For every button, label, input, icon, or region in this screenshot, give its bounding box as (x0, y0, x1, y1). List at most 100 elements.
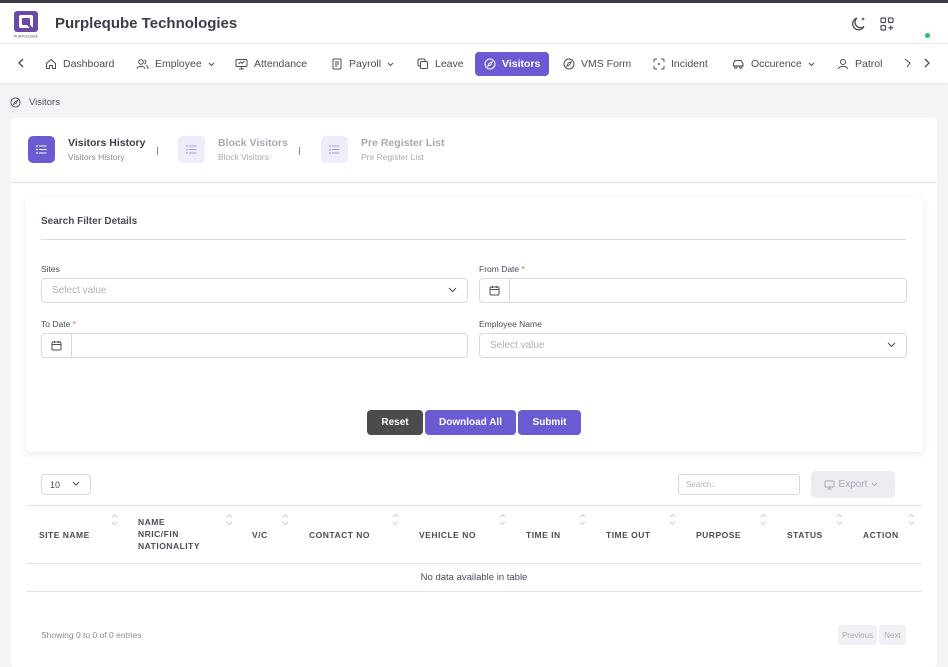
sort-icon (499, 513, 506, 526)
column-header-time-out[interactable]: TIME OUT (606, 529, 651, 541)
apps-grid-icon[interactable] (878, 15, 896, 33)
users-icon (136, 59, 149, 70)
column-header-vehicle-no[interactable]: VEHICLE NO (419, 529, 476, 541)
sites-placeholder: Select value (52, 285, 107, 296)
nav-scroll-left-icon[interactable] (17, 57, 25, 69)
nav-label: Attendance (254, 58, 308, 70)
to-date-field[interactable] (41, 333, 468, 358)
tab-subtitle: Pre Register List (361, 152, 424, 162)
compass-icon (10, 97, 21, 108)
page-length-select[interactable]: 10 (41, 474, 91, 495)
export-button[interactable]: Export (811, 471, 895, 498)
next-page-button[interactable]: Next (879, 625, 906, 645)
tab-title: Pre Register List (361, 137, 445, 149)
sort-icon (392, 513, 399, 526)
empty-table-message: No data available in table (420, 572, 528, 583)
nav-label: Incident (671, 58, 708, 70)
nav-item-patrol[interactable]: Patrol (837, 52, 882, 76)
tab-subtitle: Visitors History (68, 152, 125, 162)
calendar-icon[interactable] (480, 279, 510, 302)
column-header-name[interactable]: NAME NRIC/FIN NATIONALITY (138, 516, 200, 552)
tab-block-visitors[interactable]: Block Visitors Block Visitors (178, 136, 288, 163)
main-nav: Dashboard Employee Attendance Payroll Le… (0, 44, 948, 83)
nav-item-incident[interactable]: Incident (653, 52, 708, 76)
tab-separator (157, 147, 158, 155)
moon-icon[interactable] (850, 15, 868, 33)
sort-icon (282, 513, 289, 526)
nav-label: Payroll (349, 58, 382, 70)
company-logo[interactable]: PURPLEQUBE (13, 11, 39, 39)
table-border (26, 563, 922, 564)
sort-icon (760, 513, 767, 526)
column-header-vc[interactable]: V/C (252, 529, 268, 541)
sort-icon (908, 513, 915, 526)
to-date-input[interactable] (73, 334, 467, 357)
nav-label: VMS Form (581, 58, 632, 70)
column-header-status[interactable]: STATUS (787, 529, 823, 541)
chevron-down-icon (887, 342, 896, 348)
home-icon (46, 58, 56, 69)
compass-icon (484, 58, 496, 70)
chevron-down-icon (387, 62, 394, 66)
nav-item-vms-form[interactable]: VMS Form (563, 52, 631, 76)
download-all-button[interactable]: Download All (425, 410, 516, 435)
logo-wordmark: PURPLEQUBE (14, 35, 39, 39)
nav-item-leave[interactable]: Leave (417, 52, 464, 76)
column-header-time-in[interactable]: TIME IN (526, 529, 561, 541)
compass-icon (563, 58, 575, 70)
reset-button[interactable]: Reset (367, 410, 423, 435)
tab-pre-register-list[interactable]: Pre Register List Pre Register List (321, 136, 444, 163)
calendar-icon[interactable] (42, 334, 72, 357)
tab-separator (299, 147, 300, 155)
scan-icon (653, 58, 665, 70)
export-label: Export (838, 479, 868, 490)
sites-label: Sites (41, 264, 60, 274)
chevron-down-icon (208, 62, 215, 66)
employee-name-label: Employee Name (479, 319, 542, 329)
nav-label: Patrol (855, 58, 883, 70)
nav-item-employee[interactable]: Employee (136, 52, 215, 76)
visitors-card: Visitors History Visitors History Block … (11, 118, 937, 667)
table-border (26, 591, 922, 592)
breadcrumb: Visitors (10, 97, 60, 108)
car-icon (733, 60, 744, 69)
to-date-label: To Date * (41, 319, 76, 329)
nav-item-attendance[interactable]: Attendance (235, 52, 307, 76)
copy-icon (417, 58, 428, 69)
nav-scroll-right-icon[interactable] (923, 57, 931, 69)
page-length-value: 10 (50, 479, 61, 490)
sort-icon (669, 513, 676, 526)
nav-item-occurence[interactable]: Occurence (732, 52, 815, 76)
app-title: Purpleqube Technologies (55, 15, 238, 32)
file-icon (332, 58, 342, 70)
table-info: Showing 0 to 0 of 0 entries (41, 630, 142, 640)
column-header-site-name[interactable]: SITE NAME (39, 529, 90, 541)
column-header-purpose[interactable]: PURPOSE (696, 529, 741, 541)
tab-visitors-history[interactable]: Visitors History Visitors History (28, 136, 145, 163)
nav-item-dashboard[interactable]: Dashboard (45, 52, 114, 76)
monitor-icon (235, 59, 248, 70)
from-date-field[interactable] (479, 278, 907, 303)
employee-placeholder: Select value (490, 340, 545, 351)
sort-icon (111, 513, 118, 526)
tab-title: Visitors History (68, 137, 146, 149)
list-icon (321, 136, 348, 163)
nav-label: Dashboard (63, 58, 115, 70)
submit-button[interactable]: Submit (518, 410, 581, 435)
column-header-action[interactable]: ACTION (863, 529, 899, 541)
nav-item-payroll[interactable]: Payroll (331, 52, 394, 76)
employee-name-select[interactable]: Select value (479, 333, 907, 358)
online-status-dot (925, 33, 930, 38)
from-date-input[interactable] (511, 279, 906, 302)
nav-item-visitors[interactable]: Visitors (475, 52, 550, 76)
sites-select[interactable]: Select value (41, 278, 468, 303)
previous-page-button[interactable]: Previous (838, 625, 877, 645)
nav-label: Employee (155, 58, 202, 70)
more-nav-icon (904, 58, 911, 68)
table-search-input[interactable] (678, 474, 800, 495)
table-border (26, 505, 922, 506)
user-icon (838, 59, 848, 70)
column-header-contact-no[interactable]: CONTACT NO (309, 529, 370, 541)
nav-label: Visitors (502, 58, 541, 70)
tab-subtitle: Block Visitors (218, 152, 269, 162)
